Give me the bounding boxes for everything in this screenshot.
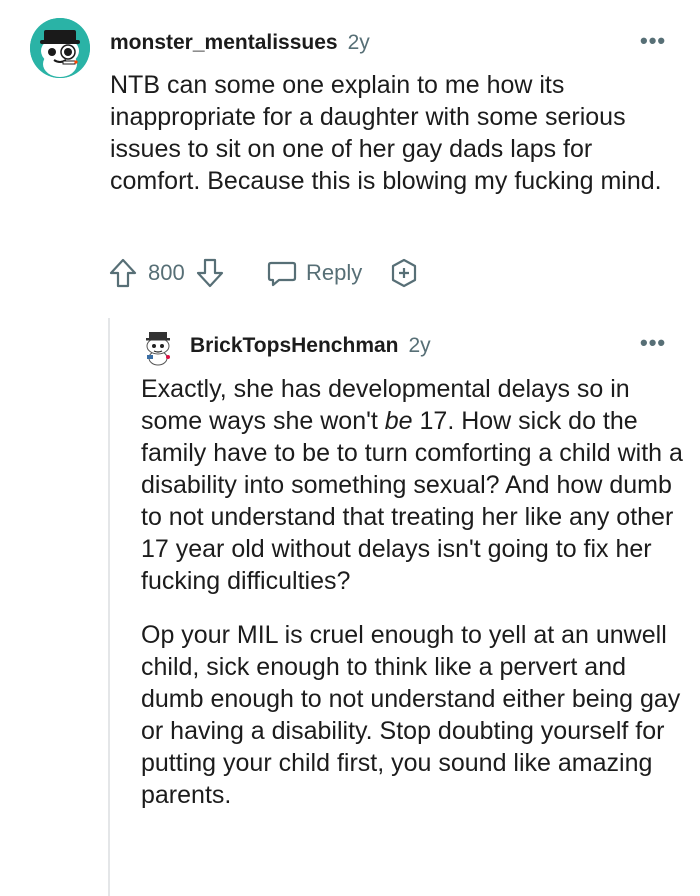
award-button[interactable] bbox=[388, 255, 420, 291]
upvote-button[interactable] bbox=[108, 255, 138, 291]
downvote-arrow-icon bbox=[196, 258, 224, 288]
reply-paragraph-1: Exactly, she has developmental delays so… bbox=[141, 375, 683, 595]
more-options-icon[interactable]: ••• bbox=[640, 332, 666, 354]
reply-button[interactable]: Reply bbox=[266, 255, 362, 291]
reply-username[interactable]: BrickTopsHenchman bbox=[190, 334, 399, 357]
user-avatar[interactable] bbox=[30, 18, 90, 78]
upvote-arrow-icon bbox=[109, 258, 137, 288]
more-options-icon[interactable]: ••• bbox=[640, 30, 666, 52]
reply-body: Exactly, she has developmental delays so… bbox=[141, 373, 691, 833]
reply-avatar[interactable] bbox=[141, 328, 175, 366]
reply-header: BrickTopsHenchman 2y bbox=[190, 334, 431, 358]
comment-bubble-icon bbox=[267, 261, 297, 287]
thread-line[interactable] bbox=[108, 318, 110, 896]
comment-header: monster_mentalissues 2y bbox=[110, 31, 370, 55]
snoo-avatar-icon bbox=[30, 18, 90, 78]
reply-label: Reply bbox=[306, 260, 363, 285]
reply-age: 2y bbox=[408, 334, 431, 357]
award-plus-icon bbox=[391, 258, 417, 288]
comment-age: 2y bbox=[347, 31, 370, 54]
vote-count: 800 bbox=[148, 260, 185, 285]
snoo-avatar-icon bbox=[146, 332, 170, 366]
downvote-button[interactable] bbox=[195, 255, 225, 291]
reply-paragraph-2: Op your MIL is cruel enough to yell at a… bbox=[141, 621, 681, 809]
comment-body: NTB can some one explain to me how its i… bbox=[110, 71, 662, 195]
comment-username[interactable]: monster_mentalissues bbox=[110, 31, 338, 54]
